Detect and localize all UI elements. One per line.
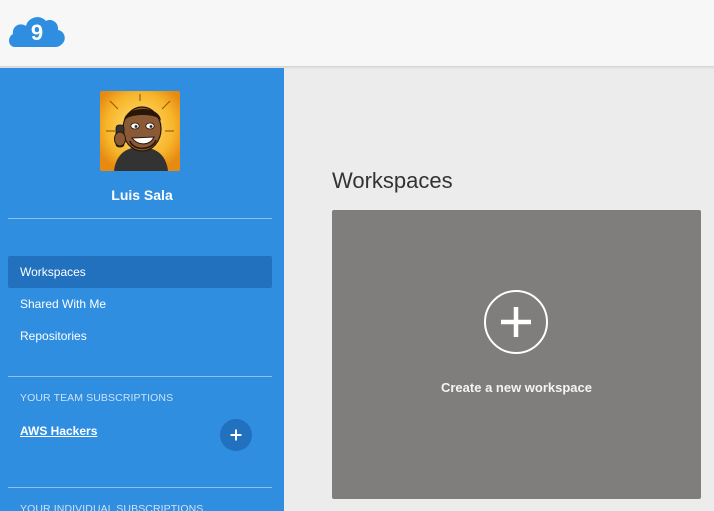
plus-icon bbox=[230, 429, 242, 441]
top-bar: 9 bbox=[0, 0, 714, 67]
plus-circle-icon bbox=[484, 290, 548, 354]
page-title: Workspaces bbox=[332, 168, 453, 193]
team-subscriptions-heading: YOUR TEAM SUBSCRIPTIONS bbox=[20, 392, 174, 404]
create-workspace-label: Create a new workspace bbox=[440, 380, 593, 395]
sidebar-item-workspaces[interactable]: Workspaces bbox=[8, 256, 272, 288]
create-workspace-card[interactable]: Create a new workspace bbox=[332, 210, 701, 499]
sidebar: Luis Sala Workspaces Shared With Me Repo… bbox=[0, 68, 284, 511]
divider bbox=[8, 487, 272, 488]
avatar[interactable] bbox=[100, 91, 180, 171]
sidebar-item-repositories[interactable]: Repositories bbox=[8, 320, 272, 352]
cloud9-logo-icon[interactable]: 9 bbox=[7, 13, 67, 49]
user-name: Luis Sala bbox=[111, 187, 173, 203]
logo-text: 9 bbox=[31, 20, 43, 45]
team-link-aws-hackers[interactable]: AWS Hackers bbox=[20, 424, 97, 438]
sidebar-item-shared-with-me[interactable]: Shared With Me bbox=[8, 288, 272, 320]
add-team-button[interactable] bbox=[220, 419, 252, 451]
individual-subscriptions-heading: YOUR INDIVIDUAL SUBSCRIPTIONS bbox=[20, 503, 204, 511]
divider bbox=[8, 218, 272, 219]
divider bbox=[8, 376, 272, 377]
